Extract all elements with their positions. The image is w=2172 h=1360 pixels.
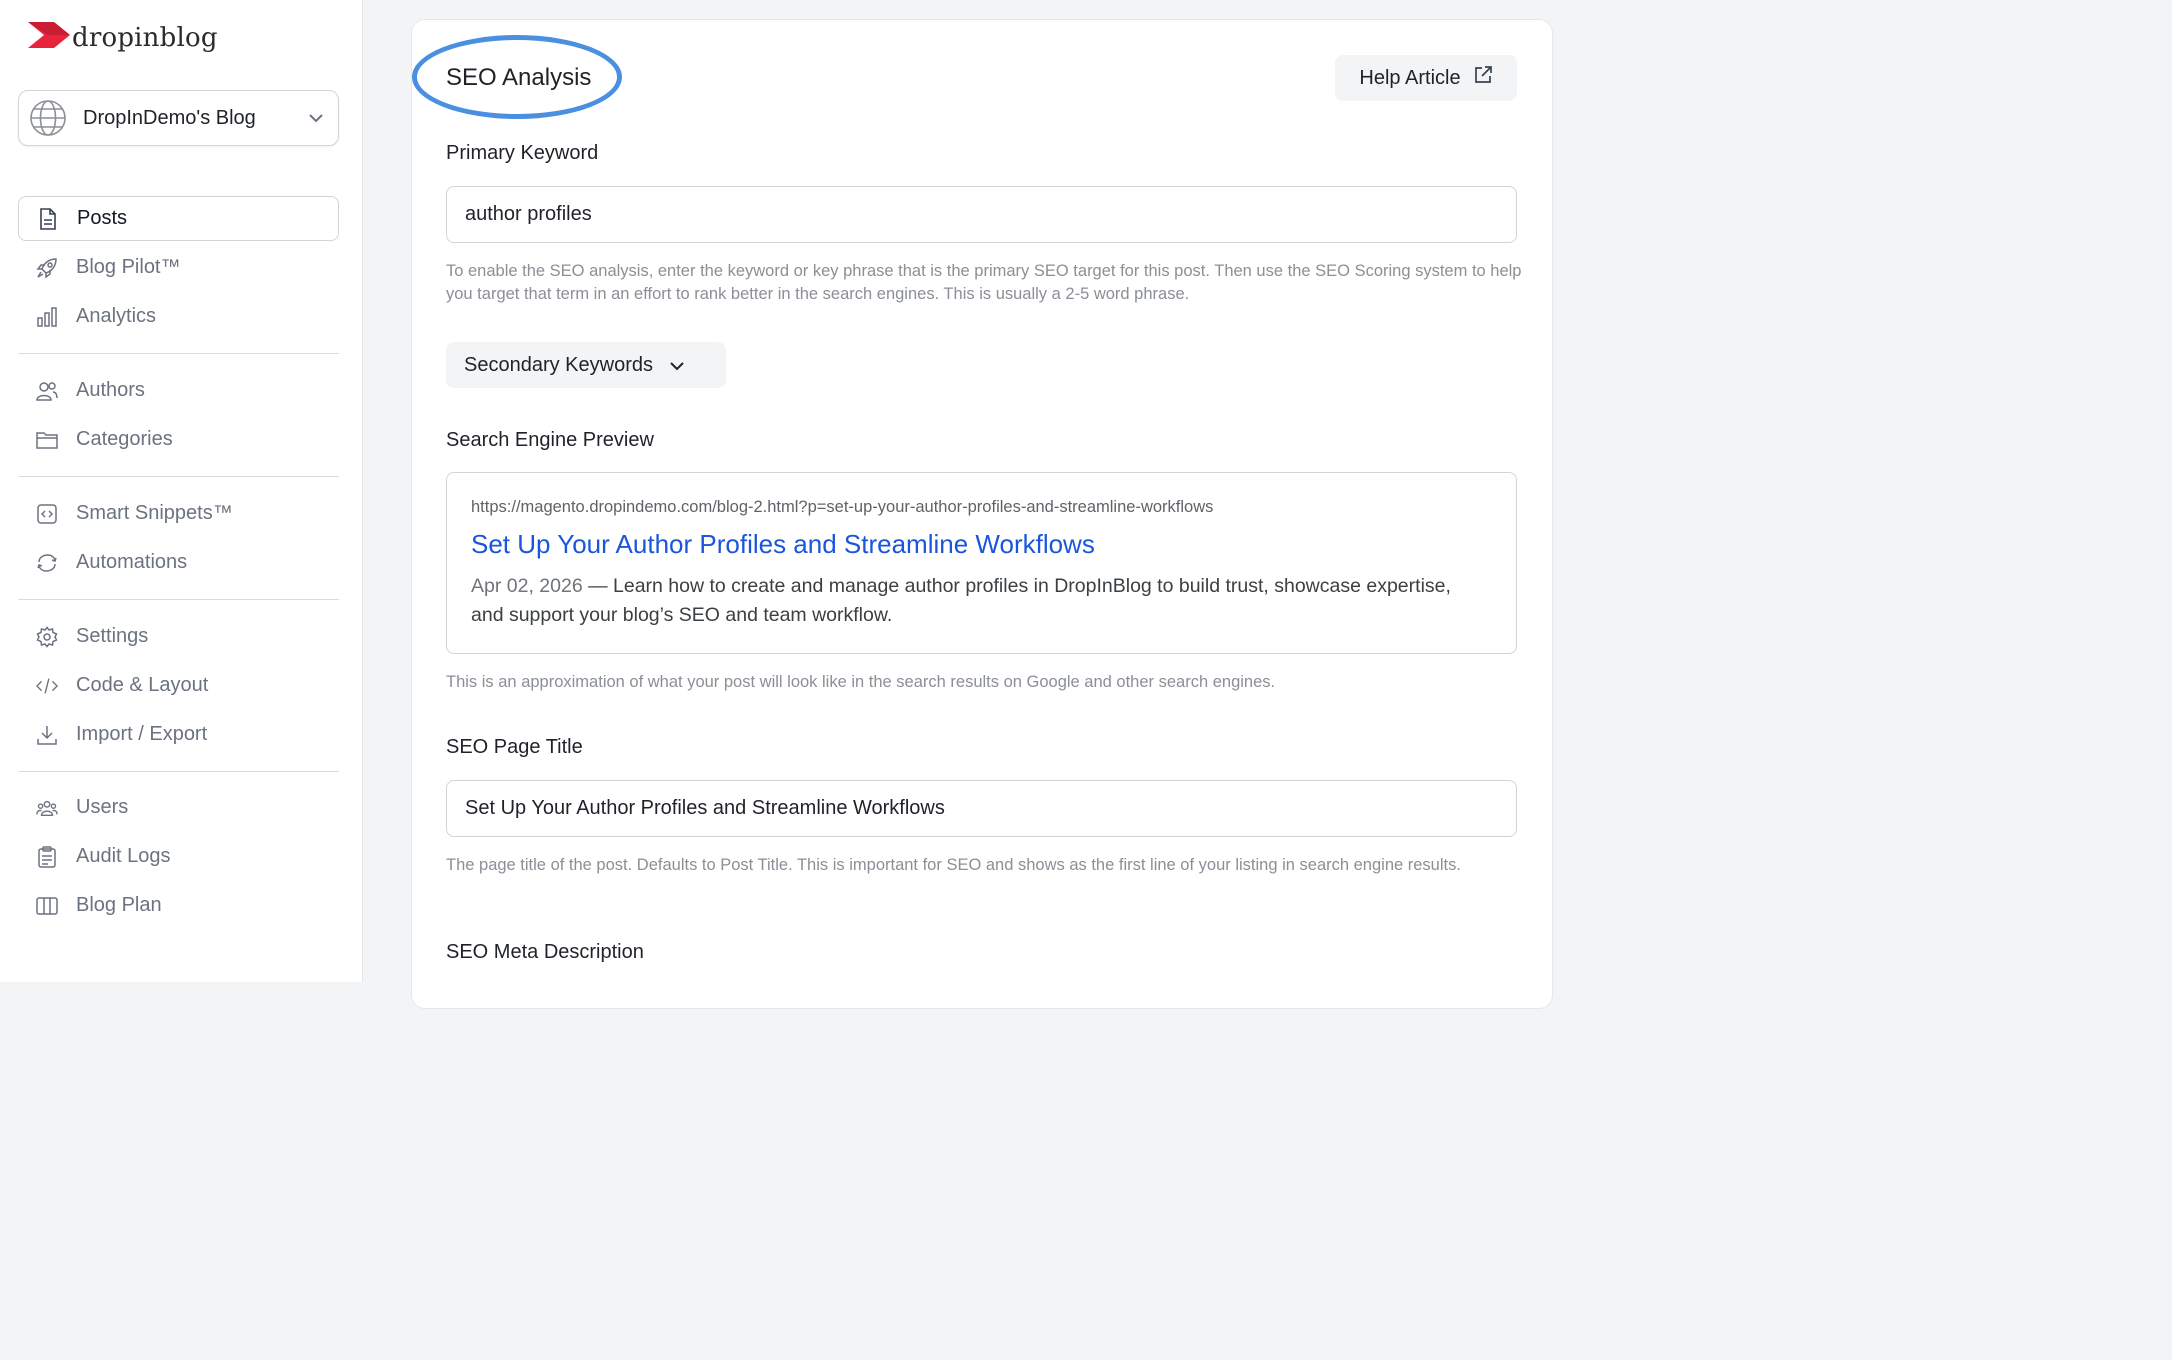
sidebar-item-authors[interactable]: Authors	[18, 368, 339, 413]
folder-icon	[36, 429, 58, 451]
code-icon	[36, 675, 58, 697]
preview-title: Set Up Your Author Profiles and Streamli…	[471, 529, 1095, 559]
chevron-down-icon	[669, 354, 685, 377]
logo-arrow-icon	[28, 20, 70, 55]
search-engine-preview: https://magento.dropindemo.com/blog-2.ht…	[446, 472, 1517, 654]
sidebar-item-import-export[interactable]: Import / Export	[18, 712, 339, 757]
sidebar-item-posts[interactable]: Posts	[18, 196, 339, 241]
sidebar-item-label: Smart Snippets™	[76, 502, 233, 524]
globe-icon	[29, 99, 67, 137]
sidebar-item-label: Import / Export	[76, 723, 208, 745]
blog-selector[interactable]: DropInDemo's Blog	[18, 90, 339, 146]
refresh-icon	[36, 552, 58, 574]
document-icon	[37, 207, 59, 230]
clipboard-icon	[36, 845, 58, 868]
code-box-icon	[36, 503, 58, 525]
external-link-icon	[1473, 65, 1493, 91]
help-article-label: Help Article	[1359, 66, 1461, 89]
secondary-keywords-toggle[interactable]: Secondary Keywords	[446, 342, 726, 388]
primary-keyword-input[interactable]: author profiles	[446, 186, 1517, 243]
sidebar-item-label: Settings	[76, 625, 149, 647]
bar-chart-icon	[36, 306, 58, 328]
sidebar-item-label: Blog Plan	[76, 894, 162, 916]
search-preview-label: Search Engine Preview	[446, 429, 654, 451]
preview-url: https://magento.dropindemo.com/blog-2.ht…	[471, 498, 1214, 516]
highlight-ellipse	[412, 35, 622, 119]
sidebar-item-label: Users	[76, 796, 129, 818]
logo[interactable]: dropinblog	[28, 20, 218, 55]
divider	[18, 353, 339, 354]
preview-description: — Learn how to create and manage author …	[471, 575, 1451, 626]
sidebar-item-label: Categories	[76, 428, 173, 450]
sidebar-item-audit-logs[interactable]: Audit Logs	[18, 834, 339, 879]
primary-keyword-label: Primary Keyword	[446, 142, 599, 164]
seo-page-title-help: The page title of the post. Defaults to …	[446, 856, 1461, 874]
users-icon	[36, 380, 58, 402]
sidebar-item-label: Posts	[77, 207, 128, 229]
sidebar-item-label: Automations	[76, 551, 188, 573]
sidebar-item-categories[interactable]: Categories	[18, 417, 339, 462]
columns-icon	[36, 895, 58, 917]
sidebar-item-users[interactable]: Users	[18, 785, 339, 830]
chevron-down-icon	[306, 108, 326, 128]
sidebar-item-smart-snippets[interactable]: Smart Snippets™	[18, 491, 339, 536]
seo-meta-description-label: SEO Meta Description	[446, 941, 644, 963]
secondary-keywords-label: Secondary Keywords	[464, 353, 653, 376]
logo-text: dropinblog	[72, 22, 218, 53]
sidebar-item-analytics[interactable]: Analytics	[18, 294, 339, 339]
gear-icon	[36, 625, 58, 648]
preview-help: This is an approximation of what your po…	[446, 673, 1276, 691]
divider	[18, 476, 339, 477]
help-article-button[interactable]: Help Article	[1335, 55, 1517, 101]
sidebar-item-automations[interactable]: Automations	[18, 540, 339, 585]
sidebar-item-settings[interactable]: Settings	[18, 614, 339, 659]
divider	[18, 599, 339, 600]
user-group-icon	[36, 797, 58, 819]
rocket-icon	[36, 257, 58, 279]
blog-selector-name: DropInDemo's Blog	[83, 106, 256, 129]
preview-description-block: Apr 02, 2026 — Learn how to create and m…	[471, 572, 1481, 630]
sidebar-item-label: Code & Layout	[76, 674, 209, 696]
sidebar: dropinblog DropInDemo's Blog Posts Blog …	[0, 0, 363, 982]
primary-keyword-help: To enable the SEO analysis, enter the ke…	[446, 262, 1522, 303]
download-icon	[36, 724, 58, 746]
divider	[18, 771, 339, 772]
sidebar-item-label: Audit Logs	[76, 845, 171, 867]
sidebar-item-label: Analytics	[76, 305, 157, 327]
sidebar-item-label: Authors	[76, 379, 145, 401]
sidebar-item-label: Blog Pilot™	[76, 256, 181, 278]
preview-date: Apr 02, 2026	[471, 575, 583, 597]
seo-page-title-label: SEO Page Title	[446, 736, 583, 758]
sidebar-item-code-layout[interactable]: Code & Layout	[18, 663, 339, 708]
sidebar-item-blog-plan[interactable]: Blog Plan	[18, 883, 339, 928]
seo-page-title-input[interactable]: Set Up Your Author Profiles and Streamli…	[446, 780, 1517, 837]
sidebar-item-blog-pilot[interactable]: Blog Pilot™	[18, 245, 339, 290]
